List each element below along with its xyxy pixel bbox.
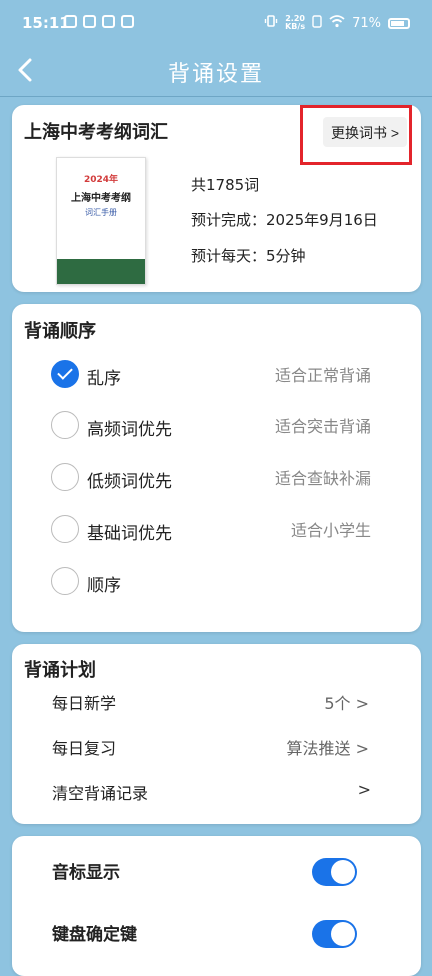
book-cover-subtitle: 词汇手册 bbox=[85, 208, 117, 217]
plan-title: 背诵计划 bbox=[24, 660, 96, 681]
phonetic-display-toggle[interactable] bbox=[312, 858, 357, 886]
home-indicator[interactable] bbox=[130, 958, 302, 961]
option-hint: 适合正常背诵 bbox=[274, 366, 371, 385]
option-hint: 适合小学生 bbox=[290, 521, 371, 540]
radio-icon[interactable] bbox=[51, 515, 79, 543]
display-card: 音标显示 键盘确定键 bbox=[12, 836, 421, 976]
option-hint: 适合查缺补漏 bbox=[274, 469, 371, 488]
plan-label: 清空背诵记录 bbox=[52, 784, 149, 803]
order-option-basic[interactable]: 基础词优先 适合小学生 bbox=[12, 511, 421, 551]
book-cover-year: 2024年 bbox=[83, 175, 119, 185]
battery-icon bbox=[388, 17, 410, 29]
order-option-low-frequency[interactable]: 低频词优先 适合查缺补漏 bbox=[12, 459, 421, 499]
app-notification-icon bbox=[83, 15, 96, 28]
order-title: 背诵顺序 bbox=[24, 321, 96, 342]
status-right: 2.20 KB/s 71% bbox=[264, 14, 410, 32]
book-word-count: 共1785词 bbox=[191, 176, 260, 194]
change-book-highlight-box bbox=[300, 105, 412, 165]
option-label: 乱序 bbox=[87, 369, 121, 389]
book-cover[interactable]: 2024年 上海中考考纲 词汇手册 bbox=[56, 157, 146, 285]
nav-bar: 背诵设置 bbox=[0, 48, 432, 94]
plan-value: 算法推送 > bbox=[286, 739, 370, 758]
plan-clear-records[interactable]: 清空背诵记录 > bbox=[12, 774, 421, 810]
chevron-right-icon: > bbox=[357, 780, 371, 799]
phonetic-display-row: 音标显示 bbox=[12, 850, 421, 894]
plan-value: 5个 > bbox=[324, 694, 369, 713]
keyboard-confirm-toggle[interactable] bbox=[312, 920, 357, 948]
plan-label: 每日新学 bbox=[52, 694, 117, 713]
option-label: 低频词优先 bbox=[87, 472, 172, 492]
order-option-high-frequency[interactable]: 高频词优先 适合突击背诵 bbox=[12, 407, 421, 447]
battery-percent: 71% bbox=[352, 15, 381, 31]
radio-icon[interactable] bbox=[51, 411, 79, 439]
wifi-icon bbox=[329, 14, 345, 32]
order-option-random[interactable]: 乱序 适合正常背诵 bbox=[12, 356, 421, 396]
book-cover-title: 上海中考考纲 bbox=[71, 193, 131, 204]
notification-icons bbox=[64, 15, 134, 28]
nav-divider bbox=[0, 96, 432, 97]
crown-icon bbox=[121, 15, 134, 28]
toggle-label: 音标显示 bbox=[52, 863, 120, 883]
status-bar: 15:11 2.20 KB/s 71% bbox=[0, 0, 432, 48]
app-notification-icon bbox=[64, 15, 77, 28]
order-card: 背诵顺序 乱序 适合正常背诵 高频词优先 适合突击背诵 低频词优先 适合查缺补漏… bbox=[12, 304, 421, 632]
book-finish-date: 预计完成：2025年9月16日 bbox=[191, 211, 378, 229]
option-label: 高频词优先 bbox=[87, 420, 172, 440]
status-time: 15:11 bbox=[22, 14, 70, 32]
toggle-label: 键盘确定键 bbox=[52, 925, 137, 945]
keyboard-confirm-row: 键盘确定键 bbox=[12, 912, 421, 956]
plan-daily-review[interactable]: 每日复习 算法推送 > bbox=[12, 729, 421, 765]
option-hint: 适合突击背诵 bbox=[274, 417, 371, 436]
vibrate-icon bbox=[264, 14, 278, 32]
radio-icon[interactable] bbox=[51, 567, 79, 595]
radio-icon[interactable] bbox=[51, 463, 79, 491]
tiktok-icon bbox=[102, 15, 115, 28]
page-title: 背诵设置 bbox=[167, 62, 264, 87]
book-cover-band bbox=[57, 259, 145, 284]
network-speed: 2.20 KB/s bbox=[285, 14, 306, 31]
sim-icon bbox=[312, 14, 322, 32]
plan-daily-new[interactable]: 每日新学 5个 > bbox=[12, 684, 421, 720]
book-daily-time: 预计每天：5分钟 bbox=[191, 247, 306, 265]
plan-label: 每日复习 bbox=[52, 739, 117, 758]
radio-checked-icon[interactable] bbox=[51, 360, 79, 388]
option-label: 基础词优先 bbox=[87, 524, 172, 544]
order-option-sequential[interactable]: 顺序 bbox=[12, 563, 421, 603]
option-label: 顺序 bbox=[87, 576, 121, 596]
plan-card: 背诵计划 每日新学 5个 > 每日复习 算法推送 > 清空背诵记录 > bbox=[12, 644, 421, 824]
book-title: 上海中考考纲词汇 bbox=[24, 122, 168, 143]
